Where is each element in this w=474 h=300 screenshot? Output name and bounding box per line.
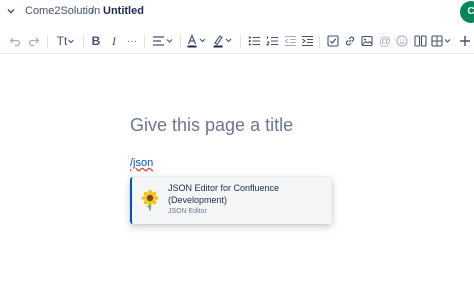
bold-icon[interactable]: B	[90, 33, 102, 49]
toolbar-divider	[180, 35, 181, 48]
suggestion-menu: JSON Editor for Confluence (Development)…	[130, 177, 332, 224]
toolbar-divider	[319, 35, 320, 48]
chevron-down-icon	[68, 39, 75, 44]
emoji-icon[interactable]	[395, 33, 409, 49]
editor-toolbar: Tt B I ··· @	[0, 29, 474, 54]
top-bar: Come2Solution / Untitled C	[0, 0, 474, 24]
suggestion-item-json-editor[interactable]: JSON Editor for Confluence (Development)…	[130, 177, 332, 224]
redo-icon[interactable]	[27, 33, 41, 49]
slash-command-text[interactable]: /json	[130, 157, 153, 169]
link-icon[interactable]	[343, 33, 357, 49]
align-icon[interactable]	[151, 33, 175, 49]
italic-icon[interactable]: I	[109, 33, 119, 49]
breadcrumb-space[interactable]: Come2Solution	[25, 5, 100, 17]
undo-icon[interactable]	[8, 33, 22, 49]
breadcrumb-separator: /	[91, 5, 95, 17]
more-formatting-icon[interactable]: ···	[125, 33, 139, 49]
toolbar-divider	[144, 35, 145, 48]
layout-icon[interactable]	[413, 33, 427, 49]
image-icon[interactable]	[360, 33, 374, 49]
task-icon[interactable]	[326, 33, 340, 49]
sunflower-icon	[139, 189, 161, 211]
text-style-label: Tt	[56, 34, 68, 48]
page-title-input[interactable]: Give this page a title	[130, 115, 293, 136]
insert-icon[interactable]	[458, 33, 472, 49]
table-icon[interactable]	[431, 33, 453, 49]
breadcrumb-page[interactable]: Untitled	[103, 5, 144, 17]
text-color-icon[interactable]	[186, 33, 208, 49]
indent-icon[interactable]	[300, 33, 314, 49]
suggestion-description: JSON Editor	[168, 208, 207, 215]
toolbar-divider	[83, 35, 84, 48]
avatar[interactable]: C	[460, 1, 474, 23]
chevron-down-icon[interactable]	[5, 4, 17, 16]
toolbar-divider	[47, 35, 48, 48]
bullet-list-icon[interactable]	[247, 33, 261, 49]
numbered-list-icon[interactable]	[265, 33, 279, 49]
highlight-icon[interactable]	[212, 33, 234, 49]
suggestion-title: JSON Editor for Confluence (Development)	[168, 183, 280, 205]
toolbar-divider	[240, 35, 241, 48]
outdent-icon[interactable]	[283, 33, 297, 49]
mention-icon[interactable]: @	[378, 33, 392, 49]
text-style-button[interactable]: Tt	[55, 33, 77, 49]
